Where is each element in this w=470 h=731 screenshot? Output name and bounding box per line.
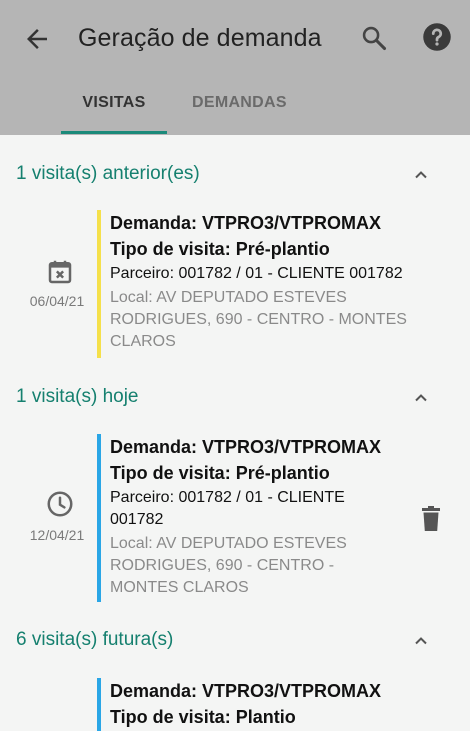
visit-details: Demanda: VTPRO3/VTPROMAX Tipo de visita:… bbox=[110, 210, 450, 353]
local-line: MONTES CLAROS bbox=[110, 579, 249, 596]
local-line: Local: AV DEPUTADO ESTEVES bbox=[110, 535, 347, 552]
active-tab-indicator bbox=[61, 131, 167, 134]
demanda-text: Demanda: VTPRO3/VTPROMAX bbox=[110, 213, 382, 233]
parceiro-line: 001782 bbox=[110, 511, 164, 528]
status-bar bbox=[97, 434, 101, 602]
status-bar bbox=[97, 678, 101, 731]
local-line: Local: AV DEPUTADO ESTEVES bbox=[110, 289, 347, 306]
parceiro-text: Parceiro: 001782 / 01 - CLIENTE 001782 bbox=[110, 487, 450, 531]
status-bar bbox=[97, 210, 101, 358]
tipo-text: Tipo de visita: Plantio bbox=[110, 707, 296, 727]
chevron-up-icon[interactable] bbox=[411, 165, 431, 185]
calendar-cancel-icon bbox=[48, 260, 72, 284]
visit-details: Demanda: VTPRO3/VTPROMAX Tipo de visita:… bbox=[110, 678, 450, 730]
clock-icon bbox=[47, 491, 73, 517]
trash-icon[interactable] bbox=[420, 506, 442, 532]
parceiro-line: Parceiro: 001782 / 01 - CLIENTE 001782 bbox=[110, 265, 403, 282]
parceiro-line: Parceiro: 001782 / 01 - CLIENTE bbox=[110, 489, 345, 506]
section-header-anteriores[interactable]: 1 visita(s) anterior(es) bbox=[0, 161, 470, 191]
section-label: 6 visita(s) futura(s) bbox=[16, 629, 174, 650]
help-circle-icon[interactable] bbox=[422, 22, 452, 52]
local-line: RODRIGUES, 690 - CENTRO - bbox=[110, 557, 335, 574]
section-header-futuras[interactable]: 6 visita(s) futura(s) bbox=[0, 627, 470, 657]
section-label: 1 visita(s) anterior(es) bbox=[16, 163, 200, 184]
tab-visitas[interactable]: VISITAS bbox=[61, 94, 167, 112]
chevron-up-icon[interactable] bbox=[411, 631, 431, 651]
visit-card[interactable]: 12/04/21 Demanda: VTPRO3/VTPROMAX Tipo d… bbox=[0, 434, 470, 604]
visit-details: Demanda: VTPRO3/VTPROMAX Tipo de visita:… bbox=[110, 434, 450, 599]
app-bar: Geração de demanda VISITAS DEMANDAS bbox=[0, 0, 470, 135]
local-line: CLAROS bbox=[110, 333, 176, 350]
tipo-text: Tipo de visita: Pré-plantio bbox=[110, 463, 330, 483]
visit-card[interactable]: 06/04/21 Demanda: VTPRO3/VTPROMAX Tipo d… bbox=[0, 210, 470, 360]
section-label: 1 visita(s) hoje bbox=[16, 386, 139, 407]
visit-date: 06/04/21 bbox=[29, 293, 85, 309]
visit-card[interactable]: Demanda: VTPRO3/VTPROMAX Tipo de visita:… bbox=[0, 678, 470, 731]
visit-date: 12/04/21 bbox=[29, 527, 85, 543]
demanda-text: Demanda: VTPRO3/VTPROMAX bbox=[110, 437, 382, 457]
page-title: Geração de demanda bbox=[78, 24, 322, 52]
tipo-text: Tipo de visita: Pré-plantio bbox=[110, 239, 330, 259]
local-text: Local: AV DEPUTADO ESTEVES RODRIGUES, 69… bbox=[110, 287, 450, 353]
section-header-hoje[interactable]: 1 visita(s) hoje bbox=[0, 384, 470, 414]
local-text: Local: AV DEPUTADO ESTEVES RODRIGUES, 69… bbox=[110, 533, 450, 599]
chevron-up-icon[interactable] bbox=[411, 388, 431, 408]
parceiro-text: Parceiro: 001782 / 01 - CLIENTE 001782 bbox=[110, 263, 450, 285]
demanda-text: Demanda: VTPRO3/VTPROMAX bbox=[110, 681, 382, 701]
tab-demandas[interactable]: DEMANDAS bbox=[192, 94, 287, 112]
search-icon[interactable] bbox=[360, 24, 388, 52]
local-line: RODRIGUES, 690 - CENTRO - MONTES bbox=[110, 311, 407, 328]
arrow-left-icon[interactable] bbox=[22, 24, 52, 54]
tab-bar: VISITAS DEMANDAS bbox=[0, 80, 470, 135]
